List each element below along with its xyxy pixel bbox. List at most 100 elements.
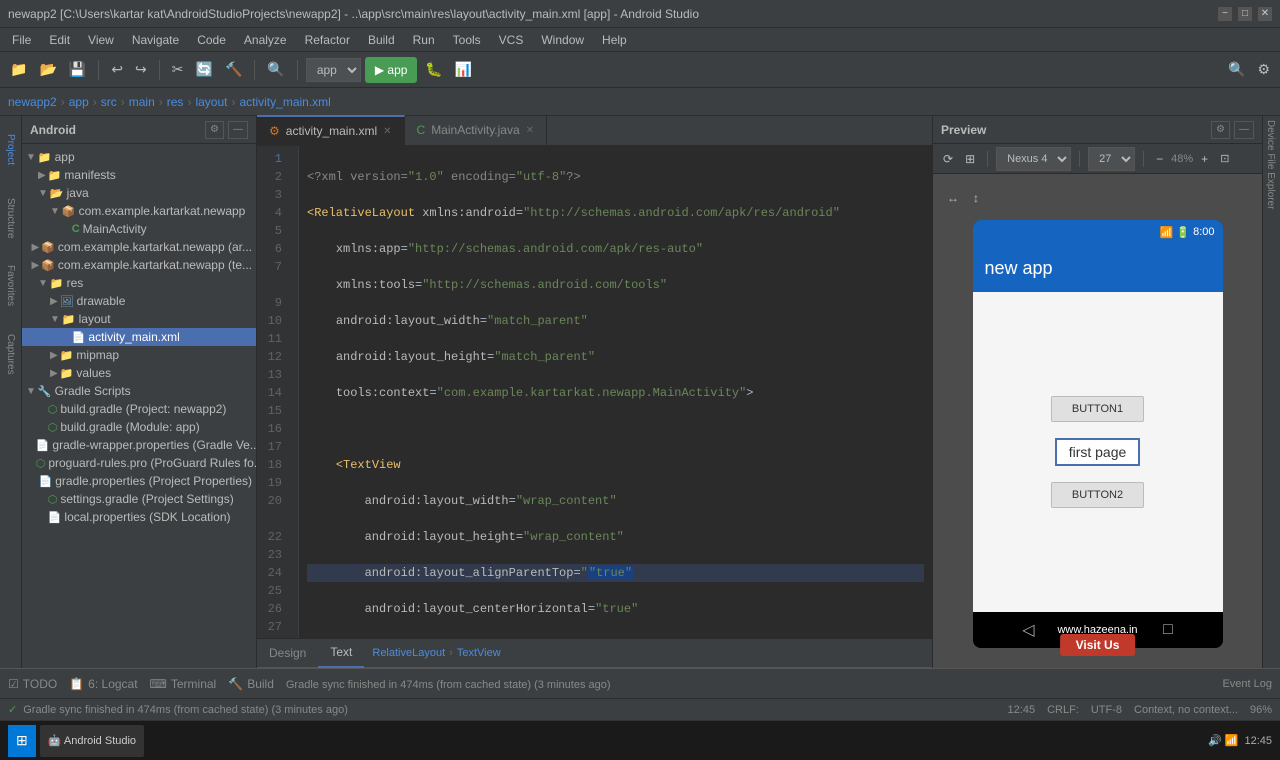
tree-local-properties[interactable]: ▶ 📄 local.properties (SDK Location) [22,508,256,526]
tree-package-te[interactable]: ▶ 📦 com.example.kartarkat.newapp (te... [22,256,256,274]
open-btn[interactable]: 📂 [35,56,60,84]
todo-tab[interactable]: ☑ TODO [8,677,57,691]
status-encoding[interactable]: UTF-8 [1091,704,1122,716]
tree-manifests[interactable]: ▶ 📁 manifests [22,166,256,184]
breadcrumb-res[interactable]: res [167,95,184,109]
status-crlf[interactable]: CRLF: [1047,704,1079,716]
design-tab[interactable]: Design [257,638,318,668]
preview-refresh-btn[interactable]: ⟳ [939,145,957,173]
new-project-btn[interactable]: 📁 [6,56,31,84]
build-btn[interactable]: 🔨 [221,56,246,84]
undo-btn[interactable]: ↩ [107,56,127,84]
tab-java-close[interactable]: ✕ [526,125,534,136]
preview-settings-btn[interactable]: ⚙ [1211,121,1230,139]
tree-build-gradle-app[interactable]: ▶ ⬡ build.gradle (Module: app) [22,418,256,436]
tab-xml-close[interactable]: ✕ [383,126,391,137]
preview-mode-btn[interactable]: ↕ [969,184,983,212]
cut-btn[interactable]: ✂ [168,56,188,84]
preview-zoom-in-btn[interactable]: + [1197,145,1212,173]
build-tab-btn[interactable]: 🔨 Build [228,677,274,691]
menu-vcs[interactable]: VCS [491,28,532,52]
tree-values[interactable]: ▶ 📁 values [22,364,256,382]
tab-activity-main-xml[interactable]: ⚙ activity_main.xml ✕ [257,115,405,145]
text-tab[interactable]: Text [318,638,364,668]
app-selector[interactable]: app [306,58,361,82]
preview-button2[interactable]: BUTTON2 [1051,482,1144,508]
run-button[interactable]: ▶ app [365,57,418,83]
redo-btn[interactable]: ↪ [131,56,151,84]
captures-panel-btn[interactable]: Captures [2,324,20,384]
sidebar-collapse-btn[interactable]: — [228,121,248,139]
preview-layout-btn[interactable]: ⊞ [961,145,979,173]
preview-button1[interactable]: BUTTON1 [1051,396,1144,422]
structure-panel-btn[interactable]: Structure [2,188,20,248]
preview-zoom-out-btn[interactable]: − [1152,145,1167,173]
search-btn[interactable]: 🔍 [263,56,288,84]
favorites-panel-btn[interactable]: Favorites [2,256,20,316]
code-content[interactable]: <?xml version="1.0" encoding="utf-8"?> <… [299,146,932,638]
debug-btn[interactable]: 🐛 [421,56,446,84]
event-log-btn[interactable]: Event Log [1222,678,1272,690]
menu-build[interactable]: Build [360,28,403,52]
tab-mainactivity-java[interactable]: C MainActivity.java ✕ [405,115,548,145]
tree-java[interactable]: ▼ 📂 java [22,184,256,202]
logcat-tab[interactable]: 📋 6: Logcat [69,677,137,691]
tree-proguard[interactable]: ▶ ⬡ proguard-rules.pro (ProGuard Rules f… [22,454,256,472]
tree-mainactivity[interactable]: ▶ C MainActivity [22,220,256,238]
preview-close-btn[interactable]: — [1234,121,1254,139]
tree-app[interactable]: ▼ 📁 app [22,148,256,166]
menu-file[interactable]: File [4,28,39,52]
tree-layout[interactable]: ▼ 📁 layout [22,310,256,328]
menu-edit[interactable]: Edit [41,28,78,52]
menu-help[interactable]: Help [594,28,635,52]
nav-recent-icon[interactable]: □ [1163,621,1173,639]
tree-res[interactable]: ▼ 📁 res [22,274,256,292]
tree-gradle-properties[interactable]: ▶ 📄 gradle.properties (Project Propertie… [22,472,256,490]
start-button[interactable]: ⊞ [8,725,36,757]
tree-build-gradle-project[interactable]: ▶ ⬡ build.gradle (Project: newapp2) [22,400,256,418]
minimize-button[interactable]: − [1218,7,1232,21]
nav-back-icon[interactable]: ◁ [1022,620,1034,640]
menu-navigate[interactable]: Navigate [124,28,187,52]
menu-analyze[interactable]: Analyze [236,28,295,52]
breadcrumb-relativelayout[interactable]: RelativeLayout [372,647,445,659]
tree-mipmap[interactable]: ▶ 📁 mipmap [22,346,256,364]
tree-drawable[interactable]: ▶ 🖼 drawable [22,292,256,310]
taskbar-android-studio[interactable]: 🤖 Android Studio [40,725,144,757]
help-search-btn[interactable]: 🔍 [1224,56,1249,84]
tree-activity-main-xml[interactable]: ▶ 📄 activity_main.xml [22,328,256,346]
menu-view[interactable]: View [80,28,122,52]
project-panel-btn[interactable]: Project [2,120,20,180]
breadcrumb-app[interactable]: app [69,95,89,109]
preview-api-select[interactable]: 27 [1088,147,1135,171]
device-explorer-btn[interactable]: Device File Explorer [1263,116,1278,213]
terminal-tab[interactable]: ⌨ Terminal [150,677,217,691]
preview-orient-btn[interactable]: ↔ [943,184,963,212]
breadcrumb-layout[interactable]: layout [195,95,227,109]
close-button[interactable]: ✕ [1258,7,1272,21]
breadcrumb-newapp2[interactable]: newapp2 [8,95,57,109]
save-all-btn[interactable]: 💾 [65,56,90,84]
settings-btn[interactable]: ⚙ [1253,56,1274,84]
sync-btn[interactable]: 🔄 [192,56,217,84]
tree-package-ar[interactable]: ▶ 📦 com.example.kartarkat.newapp (ar... [22,238,256,256]
preview-fit-btn[interactable]: ⊡ [1216,145,1233,173]
tree-gradle-scripts[interactable]: ▼ 🔧 Gradle Scripts [22,382,256,400]
tree-package-main[interactable]: ▼ 📦 com.example.kartarkat.newapp [22,202,256,220]
breadcrumb-src[interactable]: src [101,95,117,109]
profile-btn[interactable]: 📊 [451,56,476,84]
menu-run[interactable]: Run [405,28,443,52]
breadcrumb-xml[interactable]: activity_main.xml [239,95,330,109]
menu-tools[interactable]: Tools [445,28,489,52]
menu-code[interactable]: Code [189,28,234,52]
menu-window[interactable]: Window [533,28,592,52]
tree-gradle-wrapper[interactable]: ▶ 📄 gradle-wrapper.properties (Gradle Ve… [22,436,256,454]
visit-button[interactable]: Visit Us [1060,634,1136,656]
tree-settings-gradle[interactable]: ▶ ⬡ settings.gradle (Project Settings) [22,490,256,508]
sidebar-config-btn[interactable]: ⚙ [205,121,224,139]
maximize-button[interactable]: □ [1238,7,1252,21]
breadcrumb-main[interactable]: main [129,95,155,109]
preview-device-select[interactable]: Nexus 4 [996,147,1071,171]
menu-refactor[interactable]: Refactor [297,28,358,52]
breadcrumb-textview[interactable]: TextView [457,647,501,659]
